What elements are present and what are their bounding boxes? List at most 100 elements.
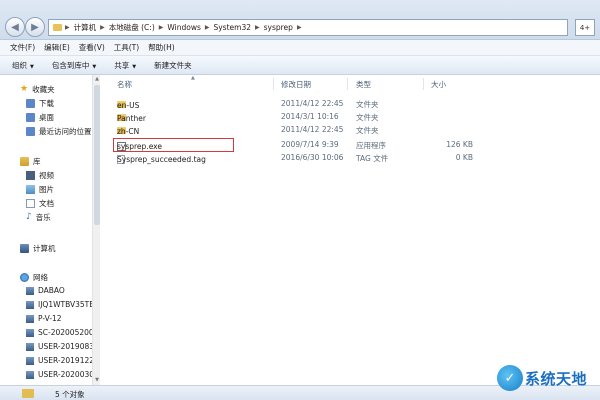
share-label: 共享 [114, 60, 130, 70]
item-count: 5 个对象 [55, 390, 85, 399]
desktop-icon [26, 113, 35, 122]
include-in-library-button[interactable]: 包含到库中 ▼ [52, 60, 96, 71]
file-type: 文件夹 [356, 126, 379, 135]
folder-icon [53, 24, 62, 31]
network-computer-icon [26, 300, 34, 309]
nav-favorites[interactable]: ★ 收藏夹 [20, 84, 55, 95]
nav-item-label: 视频 [39, 171, 54, 180]
menu-help[interactable]: 帮助(H) [148, 42, 175, 53]
network-computer-icon [26, 314, 34, 323]
menu-tools[interactable]: 工具(T) [114, 42, 139, 53]
column-header-name[interactable]: 名称 [117, 79, 132, 90]
nav-item-label: SC-2020052008 [38, 328, 99, 337]
nav-scrollbar[interactable]: ▲ ▼ [92, 75, 100, 385]
menu-edit[interactable]: 编辑(E) [44, 42, 70, 53]
column-header-type[interactable]: 类型 [356, 79, 371, 90]
address-toolbar: ◀ ▶ ▶ 计算机 ▶ 本地磁盘 (C:) ▶ Windows ▶ System… [0, 0, 600, 40]
nav-item-documents[interactable]: 文档 [26, 198, 54, 209]
downloads-icon [26, 99, 35, 108]
nav-item-label: 音乐 [35, 213, 51, 222]
scroll-up-icon[interactable]: ▲ [93, 76, 101, 82]
document-icon [26, 199, 35, 208]
nav-network[interactable]: 网络 [20, 272, 48, 283]
column-divider[interactable] [273, 78, 274, 90]
back-arrow-icon: ◀ [11, 21, 19, 33]
nav-libraries-label: 库 [33, 157, 41, 166]
nav-item-label: 最近访问的位置 [39, 127, 92, 136]
nav-item-label: IJQ1WTBV35TB [38, 300, 95, 309]
table-row[interactable]: zh-CN 2011/4/12 22:45 文件夹 [101, 123, 600, 136]
file-type: 文件夹 [356, 113, 379, 122]
highlight-box [113, 138, 234, 152]
breadcrumb-separator-icon: ▶ [296, 24, 302, 31]
nav-item-desktop[interactable]: 桌面 [26, 112, 54, 123]
table-row[interactable]: Sysprep_succeeded.tag 2016/6/30 10:06 TA… [101, 151, 600, 164]
nav-item-label: DABAO [38, 286, 65, 295]
nav-item-label: P-V-12 [38, 314, 62, 323]
new-folder-button[interactable]: 新建文件夹 [154, 60, 192, 71]
file-date: 2011/4/12 22:45 [281, 99, 344, 108]
watermark-logo-icon: ✓ [497, 365, 523, 391]
chevron-down-icon: ▼ [30, 63, 34, 70]
chevron-down-icon: ▼ [132, 63, 137, 70]
computer-icon [20, 244, 29, 253]
breadcrumb-computer[interactable]: 计算机 [74, 22, 97, 33]
menu-view[interactable]: 查看(V) [79, 42, 105, 53]
back-button[interactable]: ◀ [5, 17, 25, 37]
table-row[interactable]: en-US 2011/4/12 22:45 文件夹 [101, 97, 600, 110]
nav-item-videos[interactable]: 视频 [26, 170, 54, 181]
nav-computer-label: 计算机 [33, 244, 56, 253]
nav-libraries[interactable]: 库 [20, 156, 41, 167]
file-name-label: en-US [117, 101, 140, 110]
nav-item-downloads[interactable]: 下载 [26, 98, 54, 109]
chevron-down-icon: ▼ [92, 63, 97, 70]
file-type: TAG 文件 [356, 154, 389, 163]
table-row[interactable]: Panther 2014/3/1 10:16 文件夹 [101, 110, 600, 123]
scroll-down-icon[interactable]: ▼ [93, 377, 101, 383]
breadcrumb-sysprep[interactable]: sysprep [264, 23, 293, 32]
include-label: 包含到库中 [51, 60, 90, 70]
organize-button[interactable]: 组织 ▼ [12, 60, 34, 71]
scroll-thumb[interactable] [94, 85, 100, 225]
nav-item-host[interactable]: P-V-12 [26, 314, 62, 323]
column-divider[interactable] [423, 78, 424, 90]
nav-favorites-label: 收藏夹 [32, 85, 55, 94]
nav-item-host[interactable]: USER-20190830 [26, 342, 99, 351]
nav-item-label: 图片 [39, 185, 54, 194]
network-computer-icon [26, 286, 34, 295]
library-icon [20, 157, 29, 166]
breadcrumb-system32[interactable]: System32 [213, 23, 251, 32]
nav-item-host[interactable]: DABAO [26, 286, 65, 295]
menu-file[interactable]: 文件(F) [10, 42, 35, 53]
share-button[interactable]: 共享 ▼ [114, 60, 136, 71]
forward-arrow-icon: ▶ [31, 21, 39, 33]
nav-item-host[interactable]: USER-20191220 [26, 356, 99, 365]
folder-icon [22, 389, 34, 398]
command-bar: 组织 ▼ 包含到库中 ▼ 共享 ▼ 新建文件夹 [0, 56, 600, 75]
breadcrumb-separator-icon: ▶ [204, 24, 210, 31]
refresh-button[interactable]: 4+ [575, 19, 595, 36]
sort-ascending-icon: ▲ [191, 75, 195, 81]
column-divider[interactable] [347, 78, 348, 90]
navigation-pane: ★ 收藏夹 下载 桌面 最近访问的位置 库 视频 图片 文档 ♪ 音乐 计算机 网络… [0, 75, 100, 385]
nav-item-host[interactable]: IJQ1WTBV35TB [26, 300, 94, 309]
nav-item-host[interactable]: SC-2020052008 [26, 328, 98, 337]
file-list: ▲ 名称 修改日期 类型 大小 en-US 2011/4/12 22:45 文件… [101, 75, 600, 385]
file-name-label: zh-CN [117, 127, 140, 136]
breadcrumb-drive-c[interactable]: 本地磁盘 (C:) [109, 22, 155, 33]
file-name-label: Panther [117, 114, 146, 123]
column-header-date[interactable]: 修改日期 [281, 79, 311, 90]
breadcrumb-separator-icon: ▶ [255, 24, 260, 31]
nav-item-label: 下载 [39, 99, 54, 108]
nav-item-host[interactable]: USER-2020030 [26, 370, 94, 379]
nav-item-recent[interactable]: 最近访问的位置 [26, 126, 92, 137]
address-bar[interactable]: ▶ 计算机 ▶ 本地磁盘 (C:) ▶ Windows ▶ System32 ▶… [48, 19, 568, 36]
column-header-size[interactable]: 大小 [431, 79, 446, 90]
nav-computer[interactable]: 计算机 [20, 243, 56, 254]
file-type: 文件夹 [356, 100, 379, 109]
nav-item-music[interactable]: ♪ 音乐 [26, 212, 51, 223]
file-date: 2011/4/12 22:45 [281, 125, 344, 134]
breadcrumb-windows[interactable]: Windows [167, 23, 200, 32]
forward-button[interactable]: ▶ [25, 17, 45, 37]
nav-item-pictures[interactable]: 图片 [26, 184, 54, 195]
